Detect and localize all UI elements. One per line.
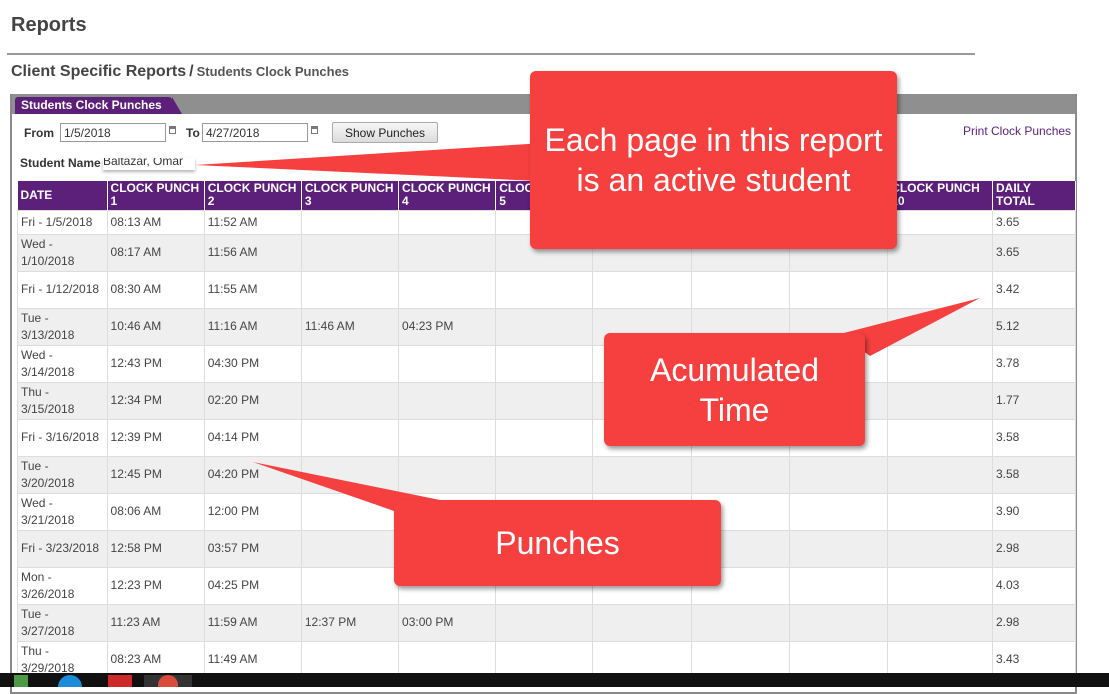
- callout-accumulated-time: Acumulated Time: [604, 333, 865, 446]
- callout-punches: Punches: [394, 500, 721, 586]
- office-app-icon[interactable]: [108, 675, 132, 687]
- taskbar: [0, 673, 1109, 687]
- callout-active-student: Each page in this report is an active st…: [530, 71, 897, 249]
- pointer-active-student: [195, 142, 560, 182]
- file-manager-icon[interactable]: [14, 675, 28, 687]
- browser-icon[interactable]: [58, 675, 82, 687]
